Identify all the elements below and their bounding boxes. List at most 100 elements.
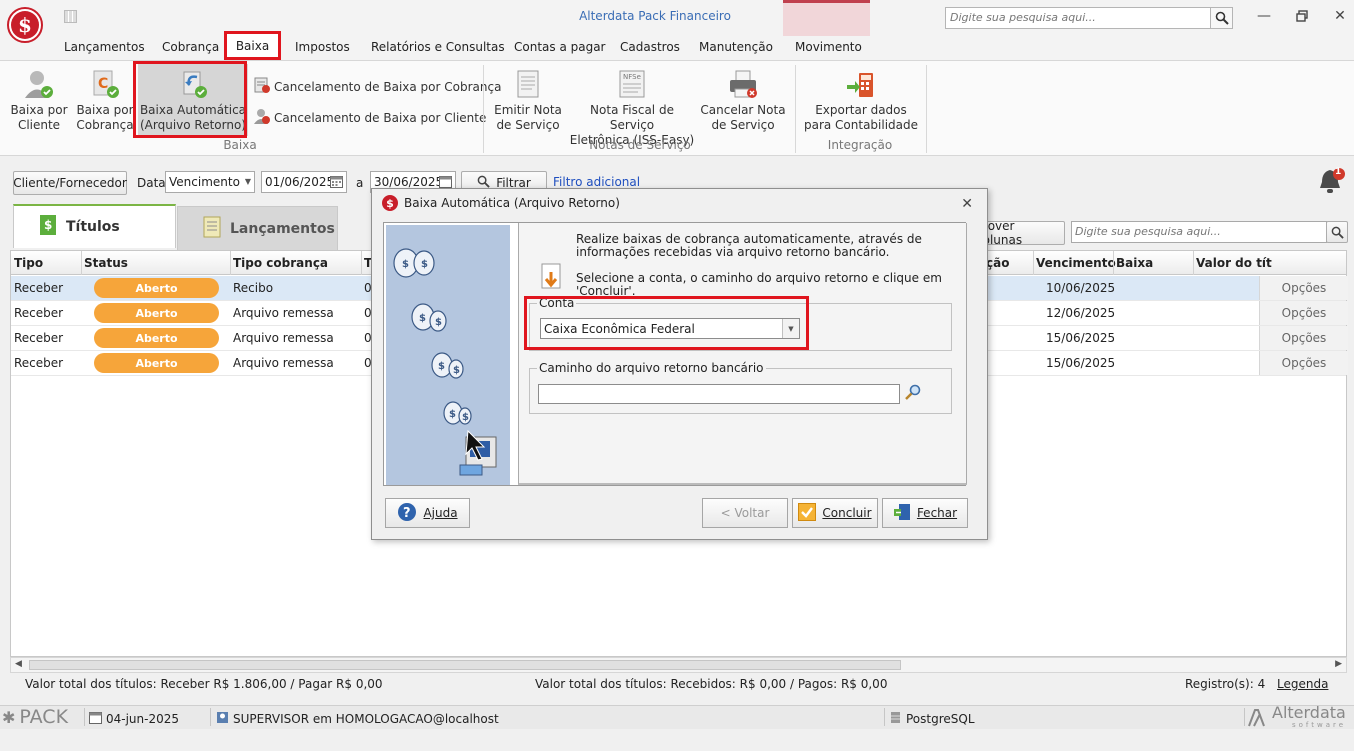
money-document-icon: $ xyxy=(38,214,58,240)
cancel-user-icon xyxy=(254,108,270,127)
emitir-nota-button[interactable]: Emitir Nota de Serviço xyxy=(492,69,564,133)
svg-text:$: $ xyxy=(435,317,442,328)
svg-text:$: $ xyxy=(453,365,460,376)
cancelamento-baixa-cliente-button[interactable]: Cancelamento de Baixa por Cliente xyxy=(254,108,486,127)
menu-cadastros[interactable]: Cadastros xyxy=(620,40,680,54)
col-valor[interactable]: Valor do tít xyxy=(1196,256,1272,270)
status-badge: Aberto xyxy=(94,328,219,348)
ribbon: Baixa por Cliente C Baixa por Cobrança Bai… xyxy=(0,60,1354,156)
cell-tipo-cobranca: Arquivo remessa xyxy=(233,331,334,345)
ribbon-group-notas-label: Notas de Serviço xyxy=(589,138,691,152)
search-icon[interactable] xyxy=(1326,221,1348,243)
horizontal-scrollbar[interactable]: ◀ ▶ xyxy=(10,657,1347,673)
filtro-adicional-link[interactable]: Filtro adicional xyxy=(553,175,640,189)
col-status[interactable]: Status xyxy=(84,256,128,270)
cancelamento-baixa-cobranca-button[interactable]: Cancelamento de Baixa por Cobrança xyxy=(254,77,501,96)
cell-vencimento: 10/06/2025 xyxy=(1046,281,1116,295)
exportar-contabilidade-button[interactable]: Exportar dados para Contabilidade xyxy=(803,69,919,133)
ribbon-separator xyxy=(483,65,484,153)
data-type-select[interactable]: Vencimento ▼ xyxy=(165,171,255,193)
notification-count: 1 xyxy=(1335,167,1342,177)
dialog-title: Baixa Automática (Arquivo Retorno) xyxy=(404,196,620,210)
menu-manutencao[interactable]: Manutenção xyxy=(699,40,773,54)
scroll-left-icon[interactable]: ◀ xyxy=(15,659,22,669)
menu-relatorios[interactable]: Relatórios e Consultas xyxy=(371,40,505,54)
grid-search-input[interactable]: Digite sua pesquisa aqui... xyxy=(1071,221,1327,243)
app-title: Alterdata Pack Financeiro xyxy=(579,9,731,23)
close-icon[interactable]: ✕ xyxy=(961,196,973,212)
menu-baixa[interactable]: Baixa xyxy=(224,31,281,60)
cell-vencimento: 12/06/2025 xyxy=(1046,306,1116,320)
svg-text:$: $ xyxy=(44,218,52,232)
svg-text:$: $ xyxy=(438,361,445,372)
col-sep xyxy=(230,251,231,275)
baixa-automatica-highlight xyxy=(133,61,247,138)
browse-search-icon[interactable] xyxy=(904,384,922,405)
fechar-button[interactable]: Fechar xyxy=(882,498,968,528)
caminho-groupbox: Caminho do arquivo retorno bancário xyxy=(529,361,952,414)
cell-tipo: Receber xyxy=(14,306,64,320)
col-tipo-cobranca[interactable]: Tipo cobrança xyxy=(233,256,328,270)
search-icon[interactable] xyxy=(1210,7,1233,29)
date-separator: a xyxy=(356,176,364,190)
cell-tipo: Receber xyxy=(14,331,64,345)
nota-fiscal-servico-button[interactable]: NFSe Nota Fiscal de Serviço Eletrônica (… xyxy=(568,69,696,148)
col-baixa[interactable]: Baixa xyxy=(1116,256,1153,270)
date-from-input[interactable]: 01/06/2025 xyxy=(261,171,347,193)
menu-impostos[interactable]: Impostos xyxy=(295,40,350,54)
totals-recebidos-pagos: Valor total dos títulos: Recebidos: R$ 0… xyxy=(535,677,888,691)
ledger-icon xyxy=(202,216,222,242)
cliente-fornecedor-button[interactable]: Cliente/Fornecedor xyxy=(13,171,127,195)
menu-movimento[interactable]: Movimento xyxy=(795,40,862,54)
concluir-button[interactable]: Concluir xyxy=(792,498,878,528)
gear-icon: ✱ xyxy=(2,707,16,727)
alterdata-mark-icon xyxy=(1248,708,1268,730)
check-icon xyxy=(798,502,817,524)
restore-icon[interactable] xyxy=(1290,6,1314,26)
svg-text:C: C xyxy=(98,76,108,92)
app-logo[interactable]: $ xyxy=(7,7,43,43)
opcoes-button[interactable]: Opções xyxy=(1259,351,1348,375)
tab-titulos[interactable]: $ Títulos xyxy=(13,204,176,248)
baixa-por-cliente-button[interactable]: Baixa por Cliente xyxy=(8,69,70,133)
bell-icon[interactable]: 1 xyxy=(1318,166,1346,199)
svg-text:$: $ xyxy=(449,409,456,420)
ribbon-group-baixa-label: Baixa xyxy=(223,138,257,152)
col-sep xyxy=(1033,251,1034,275)
col-tipo[interactable]: Tipo xyxy=(14,256,43,270)
cell-vencimento: 15/06/2025 xyxy=(1046,331,1116,345)
user-check-icon xyxy=(23,69,55,99)
opcoes-button[interactable]: Opções xyxy=(1259,301,1348,325)
opcoes-button[interactable]: Opções xyxy=(1259,276,1348,300)
scrollbar-thumb[interactable] xyxy=(29,660,901,670)
tab-lancamentos[interactable]: Lançamentos xyxy=(177,206,338,250)
col-cao[interactable]: ção xyxy=(986,256,1009,270)
ajuda-button[interactable]: ? Ajuda xyxy=(385,498,470,528)
money-bags-illustration: $ $ $ $ $ $ $ $ xyxy=(393,248,497,476)
close-icon[interactable]: ✕ xyxy=(1328,6,1352,26)
quick-access-grid-icon[interactable] xyxy=(64,10,77,23)
calendar-icon[interactable] xyxy=(330,175,343,191)
scroll-right-icon[interactable]: ▶ xyxy=(1335,659,1342,669)
status-date: 04-jun-2025 xyxy=(89,711,179,727)
totals-receber-pagar: Valor total dos títulos: Receber R$ 1.80… xyxy=(25,677,383,691)
status-separator xyxy=(210,708,211,726)
status-database: PostgreSQL xyxy=(889,711,975,727)
menu-contas-pagar[interactable]: Contas a pagar xyxy=(514,40,606,54)
global-search-input[interactable]: Digite sua pesquisa aqui... xyxy=(945,7,1211,29)
caminho-input[interactable] xyxy=(538,384,900,404)
opcoes-button[interactable]: Opções xyxy=(1259,326,1348,350)
minimize-icon[interactable]: — xyxy=(1252,6,1276,26)
cancelar-nota-button[interactable]: Cancelar Nota de Serviço xyxy=(700,69,786,133)
remover-colunas-button[interactable]: mover colunas xyxy=(975,219,1065,247)
menu-lancamentos[interactable]: Lançamentos xyxy=(64,40,145,54)
dialog-title-bar: $ Baixa Automática (Arquivo Retorno) xyxy=(372,189,987,217)
menu-cobranca[interactable]: Cobrança xyxy=(162,40,219,54)
voltar-button[interactable]: < Voltar xyxy=(702,498,788,528)
col-vencimento[interactable]: Vencimento xyxy=(1036,256,1116,270)
legenda-link[interactable]: Legenda xyxy=(1277,677,1328,691)
main-menu: Lançamentos Cobrança Impostos Relatórios… xyxy=(0,36,1354,60)
baixa-por-cobranca-button[interactable]: C Baixa por Cobrança xyxy=(74,69,136,133)
baixa-automatica-dialog: $ Baixa Automática (Arquivo Retorno) ✕ $… xyxy=(371,188,988,540)
cell-vencimento: 15/06/2025 xyxy=(1046,356,1116,370)
